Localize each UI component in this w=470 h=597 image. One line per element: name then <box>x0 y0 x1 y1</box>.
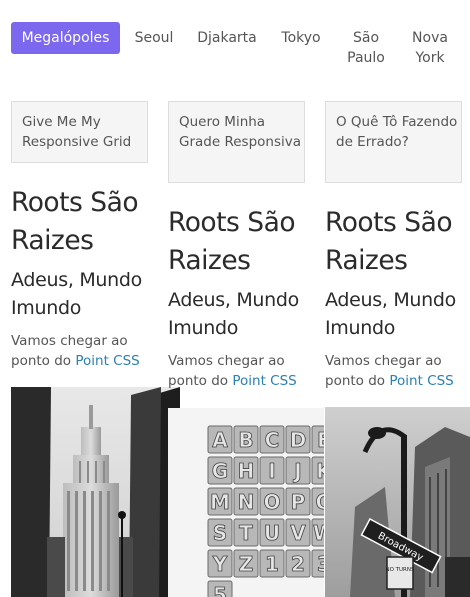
column-subtitle: Adeus, Mundo Imundo <box>325 289 456 339</box>
nav-item-tokyo[interactable]: Tokyo <box>276 28 326 48</box>
nav-item-seoul[interactable]: Seoul <box>130 28 178 48</box>
type-letter: Q <box>315 490 324 514</box>
type-block: 1 <box>259 549 285 578</box>
type-letter: B <box>238 428 253 452</box>
point-css-link[interactable]: Point CSS <box>232 373 296 389</box>
column-subtitle: Adeus, Mundo Imundo <box>11 269 142 319</box>
nav-item-djakarta[interactable]: Djakarta <box>196 28 258 48</box>
nav-item-megalopoles[interactable]: Megalópoles <box>11 22 120 54</box>
point-css-link[interactable]: Point CSS <box>75 353 139 369</box>
type-letter: 3 <box>317 552 324 576</box>
type-block: J <box>285 456 311 485</box>
type-letter: M <box>210 490 230 514</box>
type-block: T <box>233 518 259 547</box>
type-block: I <box>259 456 285 485</box>
skyscraper-image <box>11 387 180 597</box>
type-letter: H <box>238 459 255 483</box>
grid-box: O Quê Tô Fazendo de Errado? <box>325 101 462 183</box>
type-letter: I <box>268 459 275 483</box>
letterpress-image: ABCDEFGHIJKLMNOPQRSTUVWXYZ12345 <box>168 408 324 597</box>
type-letter: Y <box>212 552 228 576</box>
type-block: Y <box>207 549 233 578</box>
type-block: E <box>311 425 324 454</box>
column-title: Roots São Raizes <box>325 207 453 276</box>
type-block: O <box>259 487 285 516</box>
type-letter: 1 <box>265 552 279 576</box>
type-letter: A <box>212 428 228 452</box>
type-letter: D <box>290 428 307 452</box>
type-letter: Z <box>239 552 254 576</box>
type-letter: V <box>290 521 306 545</box>
type-letter: E <box>317 428 324 452</box>
column-subtitle: Adeus, Mundo Imundo <box>168 289 299 339</box>
type-letter: C <box>265 428 280 452</box>
type-block: W <box>311 518 324 547</box>
column-text: Vamos chegar ao ponto do Point CSS <box>168 351 318 391</box>
type-block: M <box>207 487 233 516</box>
type-block: H <box>233 456 259 485</box>
type-block: P <box>285 487 311 516</box>
type-letter: 2 <box>291 552 305 576</box>
column-text: Vamos chegar ao ponto do Point CSS <box>325 351 470 391</box>
type-block: Q <box>311 487 324 516</box>
point-css-link[interactable]: Point CSS <box>389 373 453 389</box>
type-letter: G <box>212 459 228 483</box>
type-letter: S <box>213 521 227 545</box>
column-title: Roots São Raizes <box>168 207 296 276</box>
type-letter: J <box>292 459 301 483</box>
type-block: B <box>233 425 259 454</box>
type-block: Z <box>233 549 259 578</box>
type-letter: P <box>291 490 306 514</box>
type-letter: 5 <box>213 583 227 597</box>
type-block: V <box>285 518 311 547</box>
grid-box: Give Me My Responsive Grid <box>11 101 148 163</box>
type-block: C <box>259 425 285 454</box>
type-block: 2 <box>285 549 311 578</box>
nav-item-sao-paulo[interactable]: São Paulo <box>340 28 392 68</box>
type-block: D <box>285 425 311 454</box>
letterpress-type-graphic: ABCDEFGHIJKLMNOPQRSTUVWXYZ12345 <box>168 408 324 597</box>
type-block: S <box>207 518 233 547</box>
type-block: N <box>233 487 259 516</box>
type-letter: U <box>264 521 280 545</box>
type-block: G <box>207 456 233 485</box>
broadway-sign-image: Broadway NO TURNS <box>325 407 470 597</box>
type-block: K <box>311 456 324 485</box>
column-title: Roots São Raizes <box>11 187 139 256</box>
type-block: 3 <box>311 549 324 578</box>
type-letter: N <box>238 490 255 514</box>
column-text: Vamos chegar ao ponto do Point CSS <box>11 331 161 371</box>
type-block: U <box>259 518 285 547</box>
type-letter: O <box>263 490 280 514</box>
grid-box: Quero Minha Grade Responsiva <box>168 101 305 183</box>
no-turns-sign-text: NO TURNS <box>385 567 415 573</box>
nav-item-nova-york[interactable]: Nova York <box>404 28 456 68</box>
city-nav: Megalópoles Seoul Djakarta Tokyo São Pau… <box>0 0 470 80</box>
type-block: A <box>207 425 233 454</box>
type-letter: W <box>313 521 324 545</box>
type-letter: K <box>316 459 324 483</box>
type-block: 5 <box>207 580 233 597</box>
type-letter: T <box>239 521 253 545</box>
